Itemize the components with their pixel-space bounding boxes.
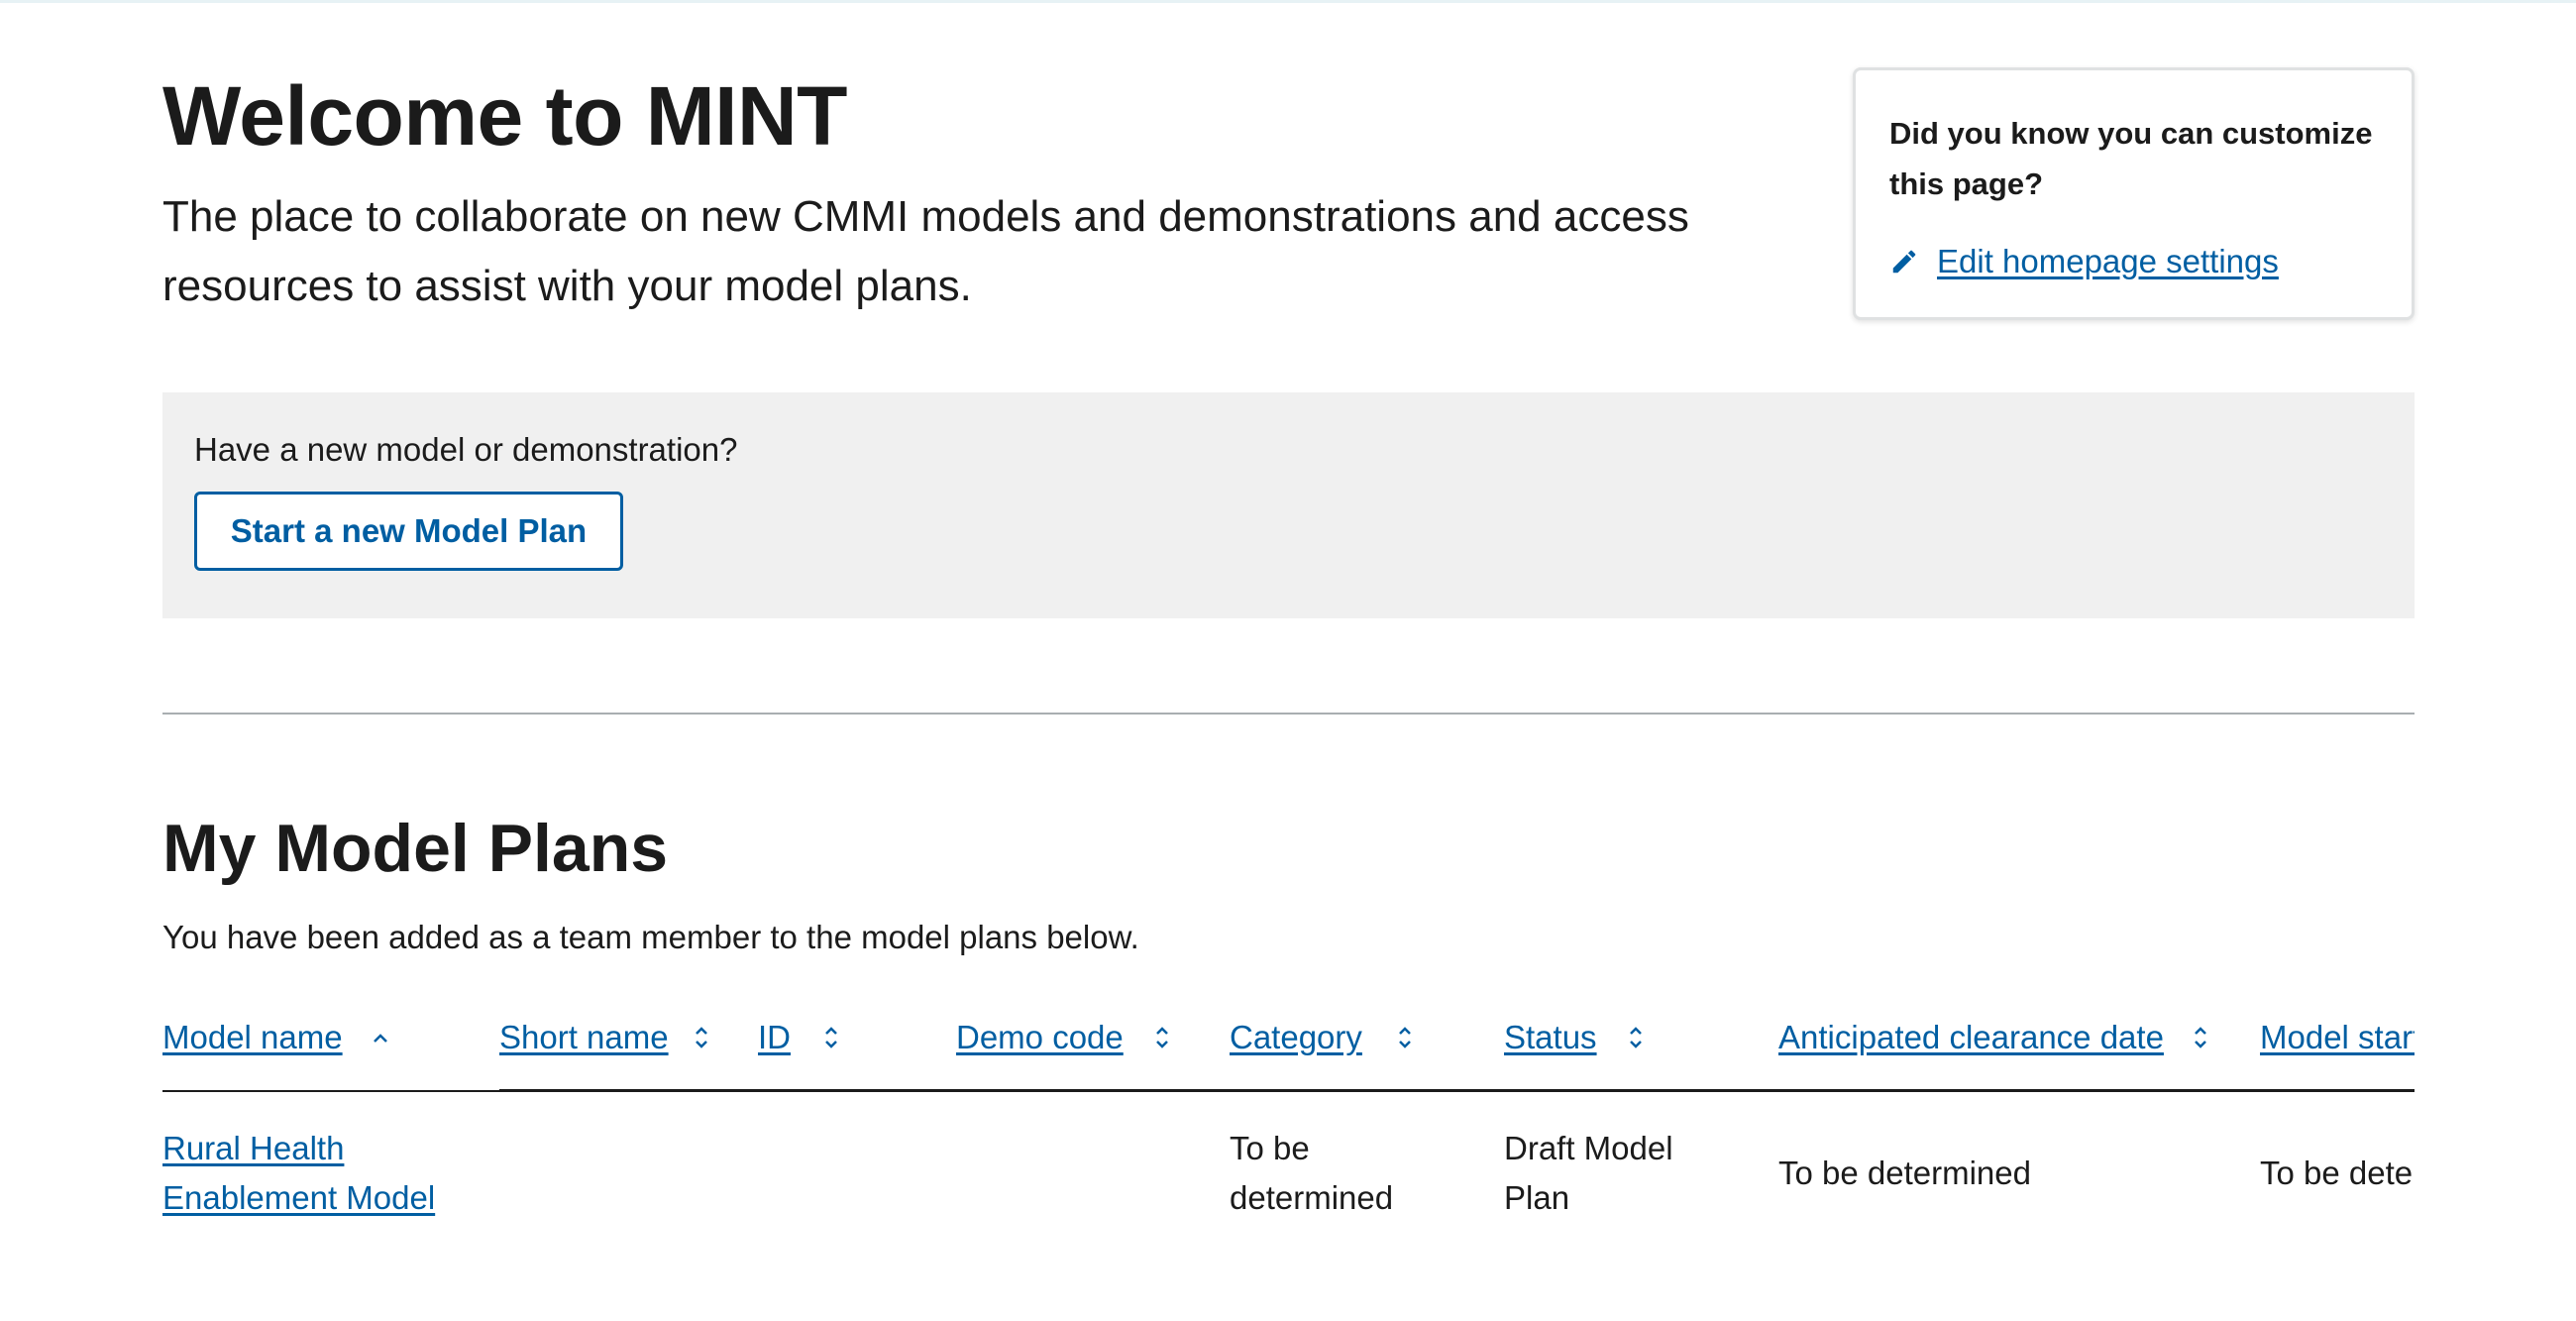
category-cell: To be determined: [1230, 1130, 1394, 1216]
cta-prompt: Have a new model or demonstration?: [194, 431, 738, 468]
section-description: You have been added as a team member to …: [162, 919, 1139, 955]
my-model-plans-section: My Model Plans You have been added as a …: [162, 805, 2415, 957]
sort-ascending-icon[interactable]: [371, 1031, 390, 1045]
column-header-id[interactable]: ID: [758, 1019, 840, 1056]
anticipated-clearance-date-cell: To be determined: [1778, 1155, 2031, 1191]
page-subtitle: The place to collaborate on new CMMI mod…: [162, 192, 1689, 310]
intro-section: Welcome to MINT The place to collaborate…: [162, 61, 1768, 321]
start-new-model-plan-button[interactable]: Start a new Model Plan: [194, 492, 623, 571]
table-row: Rural Health Enablement Model To be dete…: [162, 1092, 2415, 1246]
column-header-model-name[interactable]: Model name: [162, 1019, 390, 1056]
column-header-label[interactable]: Category: [1230, 1019, 1362, 1056]
customize-tip-card: Did you know you can customize this page…: [1853, 67, 2415, 320]
column-header-category[interactable]: Category: [1230, 1019, 1414, 1056]
status-cell: Draft Model Plan: [1504, 1130, 1673, 1216]
model-start-date-cell: To be determined: [2260, 1155, 2415, 1191]
tip-card-title: Did you know you can customize this page…: [1889, 116, 2373, 201]
page-title: Welcome to MINT: [162, 69, 848, 163]
section-divider: [162, 713, 2415, 715]
model-name-link[interactable]: Rural Health Enablement Model: [162, 1124, 460, 1223]
pencil-icon: [1889, 247, 1919, 276]
top-border: [0, 0, 2576, 3]
sort-unsorted-icon[interactable]: [1396, 1024, 1414, 1051]
sort-unsorted-icon[interactable]: [1153, 1024, 1171, 1051]
sort-unsorted-icon[interactable]: [822, 1024, 840, 1051]
column-header-model-start-date[interactable]: Model start date: [2260, 1019, 2415, 1056]
section-title: My Model Plans: [162, 811, 669, 886]
column-header-short-name[interactable]: Short name: [499, 1019, 710, 1056]
new-model-cta: Have a new model or demonstration? Start…: [162, 392, 2415, 618]
column-header-label[interactable]: Short name: [499, 1019, 669, 1056]
column-header-label[interactable]: ID: [758, 1019, 791, 1056]
column-header-anticipated-clearance-date[interactable]: Anticipated clearance date: [1778, 1019, 2209, 1056]
column-header-label[interactable]: Model start date: [2260, 1019, 2415, 1056]
edit-homepage-settings-link[interactable]: Edit homepage settings: [1937, 243, 2279, 280]
column-header-label[interactable]: Model name: [162, 1019, 343, 1056]
sort-unsorted-icon[interactable]: [693, 1024, 710, 1051]
edit-homepage-settings-link-row[interactable]: Edit homepage settings: [1889, 243, 2378, 280]
column-header-status[interactable]: Status: [1504, 1019, 1645, 1056]
column-header-label[interactable]: Anticipated clearance date: [1778, 1019, 2164, 1056]
column-header-label[interactable]: Demo code: [956, 1019, 1124, 1056]
table-header: Model name Short name ID Demo code Categ…: [162, 991, 2415, 1092]
sort-unsorted-icon[interactable]: [1627, 1024, 1645, 1051]
sort-unsorted-icon[interactable]: [2192, 1024, 2209, 1051]
model-plans-table: Model name Short name ID Demo code Categ…: [162, 991, 2415, 1259]
column-header-demo-code[interactable]: Demo code: [956, 1019, 1171, 1056]
column-header-label[interactable]: Status: [1504, 1019, 1597, 1056]
